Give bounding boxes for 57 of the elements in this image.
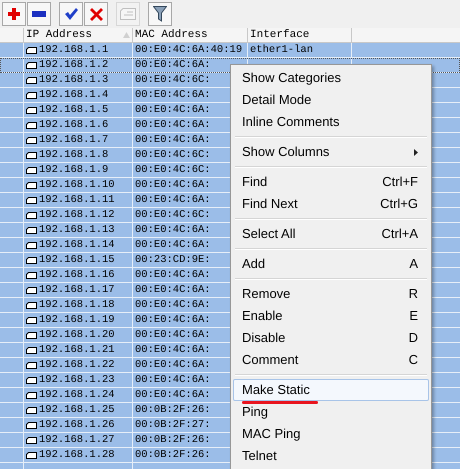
table-cell: 192.168.1.27 — [39, 433, 115, 447]
table-cell: 192.168.1.2 — [39, 58, 108, 72]
table-cell: 192.168.1.5 — [39, 103, 108, 117]
table-cell: 00:E0:4C:6C: — [135, 73, 211, 87]
table-cell: 00:E0:4C:6A: — [135, 313, 211, 327]
table-cell: 00:E0:4C:6A: — [135, 178, 211, 192]
table-cell: 00:0B:2F:26: — [135, 448, 211, 462]
table-cell: 00:E0:4C:6A: — [135, 88, 211, 102]
table-cell: 192.168.1.3 — [39, 73, 108, 87]
table-cell: 00:E0:4C:6A: — [135, 223, 211, 237]
table-cell: 192.168.1.8 — [39, 148, 108, 162]
table-cell: 192.168.1.1 — [39, 43, 108, 57]
table-cell: 192.168.1.9 — [39, 163, 108, 177]
table-cell: 00:E0:4C:6C: — [135, 163, 211, 177]
table-cell: 192.168.1.6 — [39, 118, 108, 132]
table-cell: 00:0B:2F:27: — [135, 418, 211, 432]
table-cell: 00:E0:4C:6A:40:19 — [135, 43, 242, 57]
table-cell: 192.168.1.16 — [39, 268, 115, 282]
table-cell: 192.168.1.20 — [39, 328, 115, 342]
table-cell: 192.168.1.26 — [39, 418, 115, 432]
table-cell: 00:E0:4C:6A: — [135, 388, 211, 402]
table-cell: 00:0B:2F:26: — [135, 433, 211, 447]
table-cell: 00:E0:4C:6C: — [135, 148, 211, 162]
table-cell: 00:E0:4C:6A: — [135, 298, 211, 312]
table-cell: 192.168.1.12 — [39, 208, 115, 222]
table-cell: 192.168.1.24 — [39, 388, 115, 402]
table-cell: 192.168.1.19 — [39, 313, 115, 327]
table-cell: 192.168.1.11 — [39, 193, 115, 207]
table-cell: 192.168.1.13 — [39, 223, 115, 237]
table-cell: 00:E0:4C:6A: — [135, 58, 211, 72]
table-cell: 192.168.1.25 — [39, 403, 115, 417]
table-cell: 192.168.1.4 — [39, 88, 108, 102]
table-cell: 192.168.1.21 — [39, 343, 115, 357]
table-cell: 192.168.1.15 — [39, 253, 115, 267]
table-cell: 00:E0:4C:6A: — [135, 358, 211, 372]
table-cell: 00:E0:4C:6A: — [135, 328, 211, 342]
table-cell: ether1-lan — [250, 43, 314, 57]
table-cell: 00:E0:4C:6C: — [135, 208, 211, 222]
table-cell: 00:E0:4C:6A: — [135, 118, 211, 132]
table-cell: 00:E0:4C:6A: — [135, 343, 211, 357]
table-cell: 192.168.1.14 — [39, 238, 115, 252]
table-cell: 00:E0:4C:6A: — [135, 103, 211, 117]
table-cell: 00:23:CD:9E: — [135, 253, 211, 267]
table-cell: 00:E0:4C:6A: — [135, 268, 211, 282]
table-cell: 00:E0:4C:6A: — [135, 283, 211, 297]
table-cell: 00:E0:4C:6A: — [135, 193, 211, 207]
table-cell: 192.168.1.10 — [39, 178, 115, 192]
table-cell: 192.168.1.28 — [39, 448, 115, 462]
table-cell: 00:E0:4C:6A: — [135, 133, 211, 147]
table-cell: 192.168.1.22 — [39, 358, 115, 372]
table-cell: 192.168.1.17 — [39, 283, 115, 297]
table-cell: 00:0B:2F:26: — [135, 403, 211, 417]
table-cell: 192.168.1.18 — [39, 298, 115, 312]
table-cell: 00:E0:4C:6A: — [135, 238, 211, 252]
table-cell: 192.168.1.23 — [39, 373, 115, 387]
table-cell: 00:E0:4C:6A: — [135, 373, 211, 387]
table-cell: 192.168.1.7 — [39, 133, 108, 147]
